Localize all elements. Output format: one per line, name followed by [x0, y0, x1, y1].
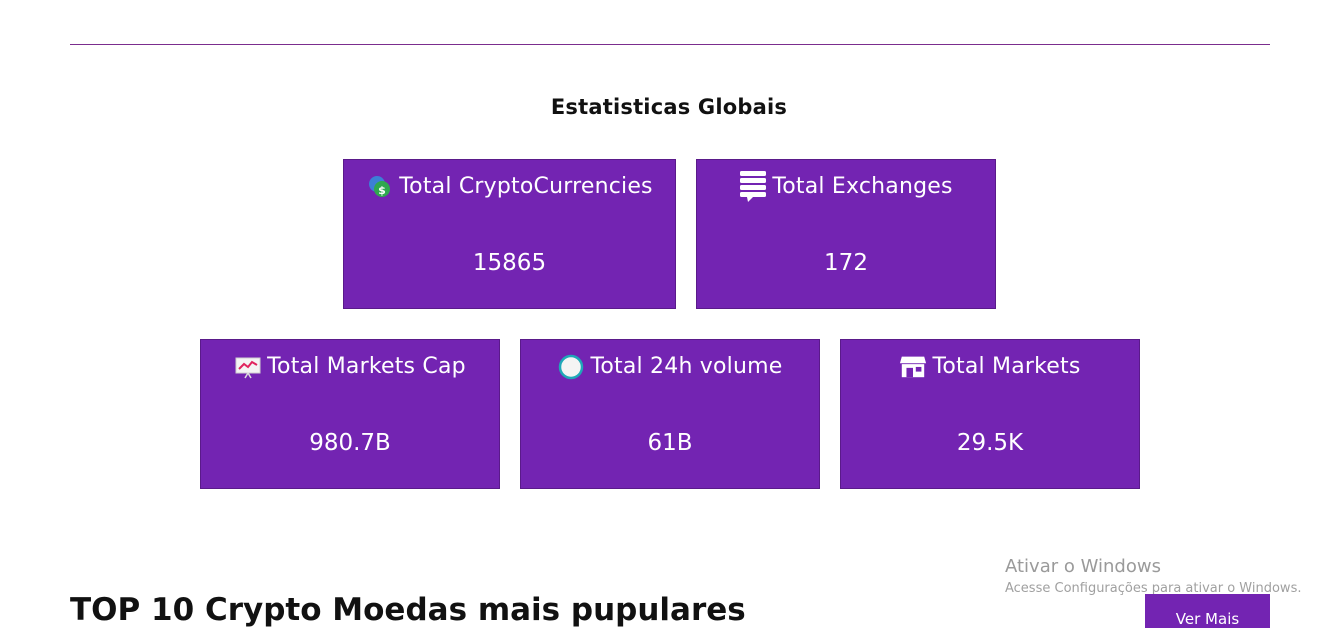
card-value: 29.5K — [956, 430, 1024, 456]
top10-heading: TOP 10 Crypto Moedas mais pupulares — [70, 592, 746, 628]
card-header: Total Exchanges — [697, 171, 995, 202]
coins-dollar-icon: $ — [366, 172, 394, 200]
card-header: Total Markets Cap — [201, 352, 499, 380]
page: Estatisticas Globais $ Total CryptoCurre… — [0, 0, 1338, 628]
clock-icon — [557, 352, 585, 380]
card-label: Total CryptoCurrencies — [399, 173, 653, 199]
card-header: Total Markets — [841, 352, 1139, 380]
store-icon — [899, 352, 927, 380]
stat-card-total-markets: Total Markets 29.5K — [840, 339, 1140, 489]
card-value: 980.7B — [309, 430, 391, 456]
stat-card-total-markets-cap: Total Markets Cap 980.7B — [200, 339, 500, 489]
see-more-button[interactable]: Ver Mais — [1145, 594, 1270, 628]
stat-card-total-exchanges: Total Exchanges 172 — [696, 159, 996, 309]
card-label: Total Markets Cap — [267, 353, 466, 379]
card-header: Total 24h volume — [521, 352, 819, 380]
svg-text:$: $ — [378, 184, 386, 197]
chart-board-icon — [234, 352, 262, 380]
stat-card-total-cryptocurrencies: $ Total CryptoCurrencies 15865 — [343, 159, 676, 309]
card-label: Total Markets — [932, 353, 1081, 379]
top-divider — [70, 44, 1270, 45]
card-value: 61B — [647, 430, 693, 456]
card-label: Total Exchanges — [772, 173, 953, 199]
card-value: 172 — [824, 250, 868, 276]
windows-activation-title: Ativar o Windows — [1005, 556, 1161, 577]
section-title: Estatisticas Globais — [550, 95, 788, 119]
card-header: $ Total CryptoCurrencies — [344, 172, 675, 200]
stat-card-total-24h-volume: Total 24h volume 61B — [520, 339, 820, 489]
exchange-list-icon — [739, 171, 767, 202]
card-value: 15865 — [472, 250, 547, 276]
card-label: Total 24h volume — [590, 353, 783, 379]
